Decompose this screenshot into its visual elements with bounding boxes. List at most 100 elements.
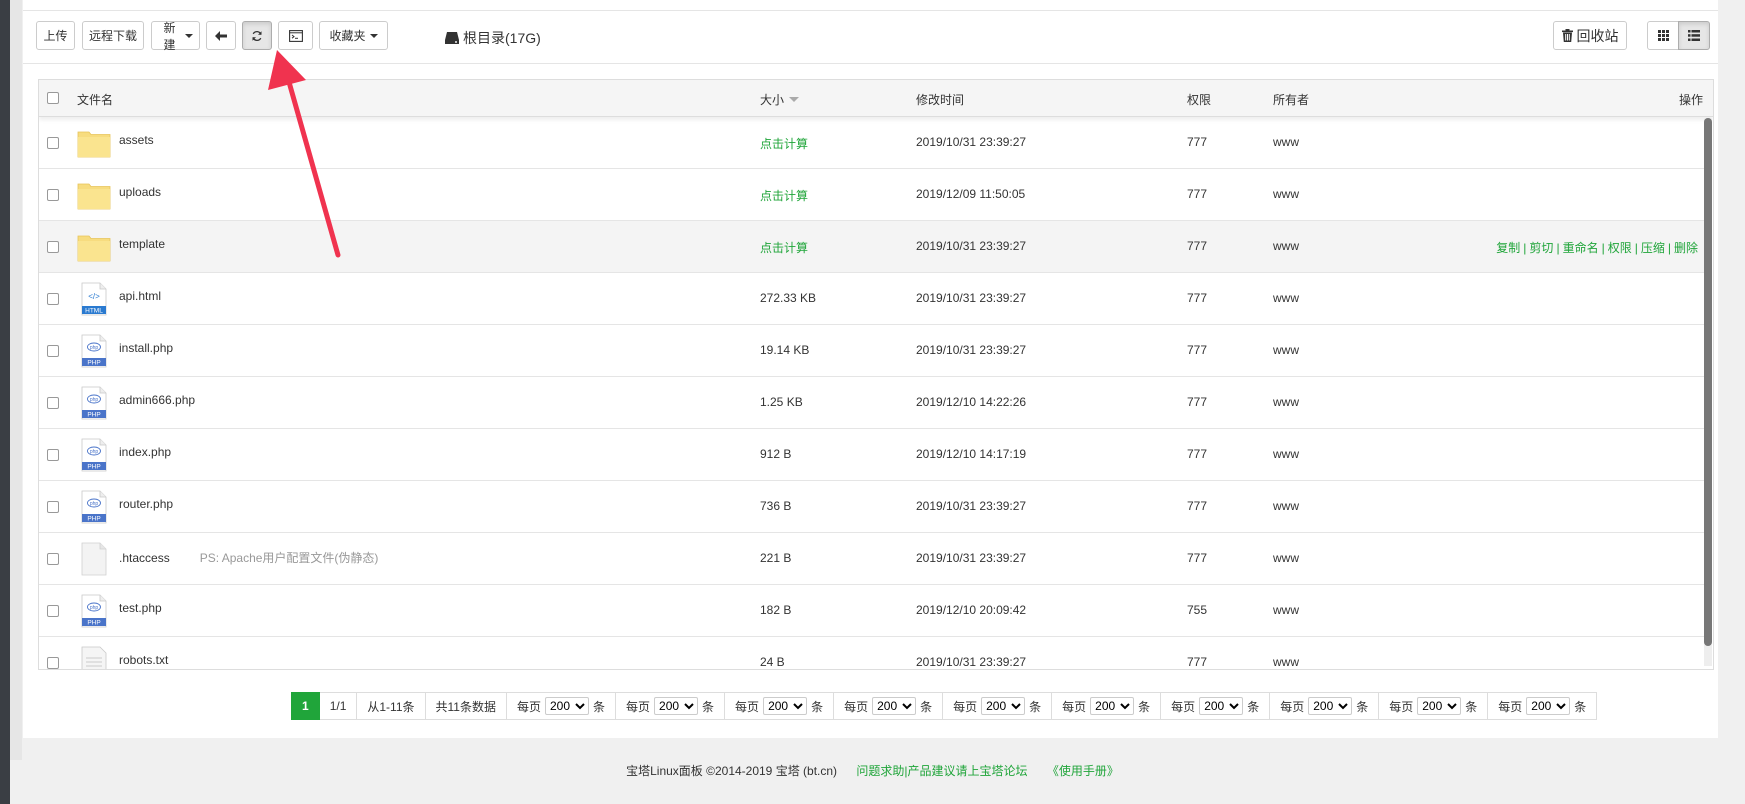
file-name[interactable]: admin666.php <box>119 393 195 407</box>
row-action-link[interactable]: 权限 <box>1608 241 1632 255</box>
svg-text:php: php <box>90 449 99 455</box>
file-permission[interactable]: 777 <box>1187 395 1207 409</box>
header-name[interactable]: 文件名 <box>77 91 113 108</box>
file-mtime: 2019/10/31 23:39:27 <box>916 239 1027 253</box>
header-mtime[interactable]: 修改时间 <box>916 91 964 108</box>
list-view-button[interactable] <box>1678 21 1710 50</box>
footer-manual-link[interactable]: 《使用手册》 <box>1047 764 1119 778</box>
file-permission[interactable]: 777 <box>1187 343 1207 357</box>
grid-view-button[interactable] <box>1647 21 1679 50</box>
file-permission[interactable]: 777 <box>1187 135 1207 149</box>
row-checkbox[interactable] <box>47 605 59 617</box>
file-permission[interactable]: 777 <box>1187 187 1207 201</box>
row-checkbox[interactable] <box>47 345 59 357</box>
file-name[interactable]: install.php <box>119 341 173 355</box>
table-row[interactable]: template 点击计算 2019/10/31 23:39:27 777 www 复制 |… <box>39 221 1708 273</box>
select-all-checkbox[interactable] <box>47 92 59 104</box>
file-size[interactable]: 点击计算 <box>760 187 808 204</box>
file-permission[interactable]: 755 <box>1187 603 1207 617</box>
remote-download-button[interactable]: 远程下载 <box>82 21 144 50</box>
file-name[interactable]: robots.txt <box>119 653 168 667</box>
row-action-link[interactable]: 删除 <box>1674 241 1698 255</box>
file-name[interactable]: index.php <box>119 445 171 459</box>
recycle-bin-button[interactable]: 回收站 <box>1553 21 1627 50</box>
disk-icon <box>445 32 459 44</box>
header-perm[interactable]: 权限 <box>1187 91 1211 108</box>
file-permission[interactable]: 777 <box>1187 655 1207 669</box>
file-table: 文件名 大小 修改时间 权限 所有者 操作 assets 点击计算 2019/10/… <box>38 79 1714 670</box>
per-page-select[interactable]: 200 <box>1526 697 1571 715</box>
file-permission[interactable]: 777 <box>1187 447 1207 461</box>
row-action-link[interactable]: 复制 <box>1496 241 1520 255</box>
back-button[interactable] <box>206 21 236 50</box>
per-page-select[interactable]: 200 <box>872 697 917 715</box>
row-checkbox[interactable] <box>47 189 59 201</box>
header-size-label: 大小 <box>760 93 785 107</box>
table-row[interactable]: php PHP test.php 182 B 2019/12/10 20:09:42 75… <box>39 585 1708 637</box>
file-mtime: 2019/10/31 23:39:27 <box>916 343 1027 357</box>
row-checkbox[interactable] <box>47 293 59 305</box>
footer-forum-link[interactable]: 问题求助|产品建议请上宝塔论坛 <box>856 764 1027 778</box>
svg-text:php: php <box>90 501 99 507</box>
table-row[interactable]: </> HTML api.html 272.33 KB 2019/10/31 23:39… <box>39 273 1708 325</box>
file-icon <box>77 542 111 576</box>
row-checkbox[interactable] <box>47 397 59 409</box>
upload-button[interactable]: 上传 <box>36 21 75 50</box>
per-page-select[interactable]: 200 <box>1090 697 1135 715</box>
table-row[interactable]: .htaccess PS: Apache用户配置文件(伪静态) 221 B 2019/… <box>39 533 1708 585</box>
new-button[interactable]: 新建 <box>151 21 200 52</box>
favorites-button[interactable]: 收藏夹 <box>319 21 388 50</box>
table-row[interactable]: assets 点击计算 2019/10/31 23:39:27 777 www <box>39 117 1708 169</box>
file-permission[interactable]: 777 <box>1187 239 1207 253</box>
file-size[interactable]: 点击计算 <box>760 239 808 256</box>
table-row[interactable]: php PHP router.php 736 B 2019/10/31 23:39:27… <box>39 481 1708 533</box>
table-row[interactable]: robots.txt 24 B 2019/10/31 23:39:27 777 www <box>39 637 1708 669</box>
file-size: 24 B <box>760 655 785 669</box>
per-page-prefix: 每页 <box>953 699 978 714</box>
row-checkbox[interactable] <box>47 553 59 565</box>
file-name[interactable]: uploads <box>119 185 161 199</box>
header-size[interactable]: 大小 <box>760 91 800 108</box>
per-page-select[interactable]: 200 <box>981 697 1026 715</box>
file-name[interactable]: .htaccess PS: Apache用户配置文件(伪静态) <box>119 549 378 566</box>
file-name[interactable]: router.php <box>119 497 173 511</box>
file-name[interactable]: test.php <box>119 601 162 615</box>
refresh-button[interactable] <box>242 21 272 50</box>
file-name[interactable]: template <box>119 237 165 251</box>
file-size[interactable]: 点击计算 <box>760 135 808 152</box>
header-owner[interactable]: 所有者 <box>1273 91 1309 108</box>
row-checkbox[interactable] <box>47 501 59 513</box>
file-name[interactable]: assets <box>119 133 154 147</box>
pagination: 1 1/1 从1-11条 共11条数据 每页 200 条每页 200 条每页 200 条每页… <box>291 692 1598 720</box>
file-permission[interactable]: 777 <box>1187 551 1207 565</box>
table-scrollbar[interactable] <box>1704 118 1712 666</box>
row-action-link[interactable]: 压缩 <box>1641 241 1665 255</box>
file-owner: www <box>1273 499 1299 513</box>
per-page-select[interactable]: 200 <box>1199 697 1244 715</box>
per-page-select[interactable]: 200 <box>1308 697 1353 715</box>
file-permission[interactable]: 777 <box>1187 291 1207 305</box>
row-action-link[interactable]: 剪切 <box>1529 241 1553 255</box>
per-page-select[interactable]: 200 <box>545 697 589 715</box>
table-row[interactable]: php PHP install.php 19.14 KB 2019/10/31 23:3… <box>39 325 1708 377</box>
per-page-selector: 每页 200 条 <box>1161 692 1271 720</box>
per-page-select[interactable]: 200 <box>1417 697 1462 715</box>
row-checkbox[interactable] <box>47 241 59 253</box>
table-row[interactable]: uploads 点击计算 2019/12/09 11:50:05 777 www <box>39 169 1708 221</box>
per-page-select[interactable]: 200 <box>654 697 699 715</box>
row-checkbox[interactable] <box>47 137 59 149</box>
file-name[interactable]: api.html <box>119 289 161 303</box>
scrollbar-thumb[interactable] <box>1704 118 1712 646</box>
file-permission[interactable]: 777 <box>1187 499 1207 513</box>
table-row[interactable]: php PHP admin666.php 1.25 KB 2019/12/10 14:2… <box>39 377 1708 429</box>
table-row[interactable]: php PHP index.php 912 B 2019/12/10 14:17:19 7… <box>39 429 1708 481</box>
terminal-button[interactable] <box>278 21 313 50</box>
per-page-select[interactable]: 200 <box>763 697 808 715</box>
row-checkbox[interactable] <box>47 449 59 461</box>
row-checkbox[interactable] <box>47 657 59 669</box>
php-file-icon: php PHP <box>77 490 111 524</box>
row-action-link[interactable]: 重命名 <box>1563 241 1599 255</box>
page-current[interactable]: 1 <box>291 692 320 720</box>
file-size: 272.33 KB <box>760 291 817 305</box>
breadcrumb[interactable]: 根目录(17G) <box>445 28 541 48</box>
